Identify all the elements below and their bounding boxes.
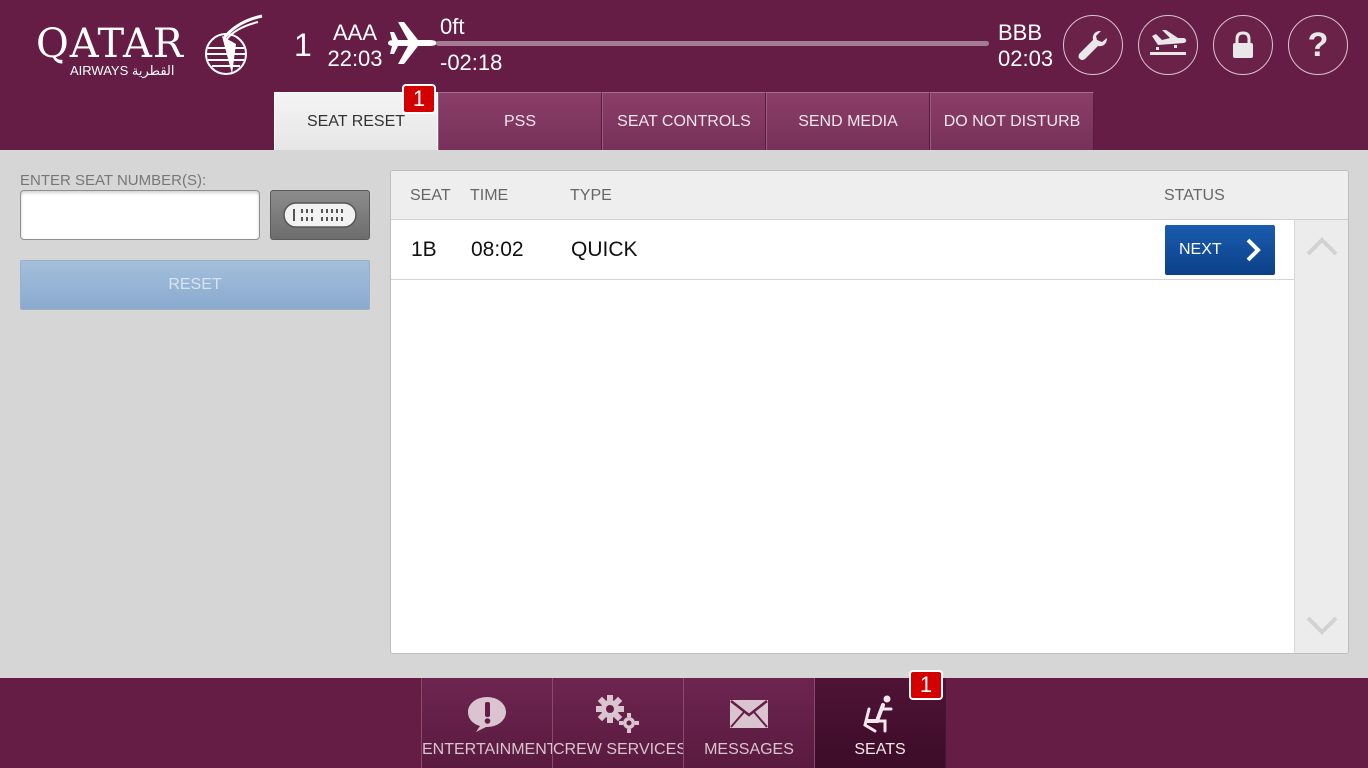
tab-seat-controls[interactable]: SEAT CONTROLS bbox=[602, 92, 766, 150]
wrench-icon bbox=[1078, 31, 1107, 61]
nav-icon-wrap bbox=[684, 692, 814, 736]
envelope-icon bbox=[730, 700, 768, 728]
destination-time: 02:03 bbox=[998, 46, 1054, 71]
scroll-up-icon[interactable] bbox=[1306, 236, 1338, 256]
oryx-icon bbox=[205, 14, 263, 75]
nav-entertainment[interactable]: ENTERTAINMENT bbox=[421, 678, 557, 768]
nav-crew-services[interactable]: CREW SERVICES bbox=[552, 678, 687, 768]
lock-button[interactable] bbox=[1213, 15, 1273, 75]
column-header-status: STATUS bbox=[1164, 187, 1225, 204]
flight-progress-track bbox=[436, 41, 989, 46]
chevron-right-icon bbox=[1246, 238, 1261, 262]
notification-badge: 1 bbox=[402, 84, 436, 114]
next-label: NEXT bbox=[1179, 241, 1222, 258]
logo-wordmark: QATAR bbox=[36, 21, 184, 67]
flight-number: 1 bbox=[294, 27, 312, 63]
header-bar: QATAR AIRWAYS القطرية 1 AAA 22:03 0ft -0… bbox=[0, 0, 1368, 150]
column-header-seat: SEAT bbox=[410, 187, 451, 204]
origin-code: AAA bbox=[332, 20, 378, 45]
help-button[interactable]: ? bbox=[1288, 15, 1348, 75]
time-remaining: -02:18 bbox=[440, 50, 503, 75]
nav-icon-wrap bbox=[422, 692, 552, 736]
seat-number-label: ENTER SEAT NUMBER(S): bbox=[20, 172, 207, 189]
airplane-icon bbox=[388, 22, 437, 64]
tab-pss[interactable]: PSS bbox=[438, 92, 602, 150]
nav-label: MESSAGES bbox=[704, 741, 794, 758]
table-row[interactable]: 1B 08:02 QUICK NEXT bbox=[391, 220, 1294, 280]
nav-icon-wrap bbox=[553, 692, 683, 736]
nav-label: CREW SERVICES bbox=[553, 741, 687, 758]
tab-label: SEND MEDIA bbox=[798, 112, 898, 130]
tab-do-not-disturb[interactable]: DO NOT DISTURB bbox=[930, 92, 1094, 150]
alert-bubble-icon bbox=[468, 697, 506, 732]
logo-subtitle: AIRWAYS القطرية bbox=[70, 63, 175, 78]
nav-label: SEATS bbox=[854, 741, 906, 758]
maintenance-button[interactable] bbox=[1063, 15, 1123, 75]
next-button[interactable]: NEXT bbox=[1165, 225, 1275, 275]
table-header: SEAT TIME TYPE STATUS bbox=[391, 171, 1348, 220]
tab-label: SEAT CONTROLS bbox=[617, 112, 751, 130]
bottom-nav-bar: ENTERTAINMENT CREW SERVICES MESSAGES SEA… bbox=[0, 670, 1368, 768]
reset-label: RESET bbox=[168, 276, 222, 293]
table-scrollbar[interactable] bbox=[1294, 220, 1348, 653]
time-cell: 08:02 bbox=[471, 238, 524, 261]
origin-info: AAA 22:03 bbox=[327, 20, 383, 72]
tab-label: PSS bbox=[503, 112, 536, 130]
qatar-airways-logo: QATAR AIRWAYS القطرية bbox=[34, 14, 274, 84]
column-header-type: TYPE bbox=[570, 187, 612, 204]
notification-badge: 1 bbox=[909, 670, 943, 700]
landing-button[interactable] bbox=[1138, 15, 1198, 75]
gears-icon bbox=[596, 695, 639, 733]
seat-reset-table: SEAT TIME TYPE STATUS 1B 08:02 QUICK NEX… bbox=[390, 170, 1349, 654]
scroll-down-icon[interactable] bbox=[1306, 616, 1338, 636]
tab-label: SEAT RESET bbox=[306, 112, 406, 130]
altitude-readout: 0ft bbox=[440, 14, 465, 39]
origin-time: 22:03 bbox=[327, 46, 383, 71]
tab-send-media[interactable]: SEND MEDIA bbox=[766, 92, 930, 150]
tab-label: DO NOT DISTURB bbox=[943, 112, 1081, 130]
seat-map-button[interactable] bbox=[270, 190, 370, 240]
landing-icon bbox=[1150, 30, 1187, 55]
seat-map-icon bbox=[283, 202, 357, 228]
seat-number-input[interactable] bbox=[20, 190, 260, 240]
help-icon: ? bbox=[1307, 26, 1329, 64]
type-cell: QUICK bbox=[571, 238, 638, 261]
seat-icon bbox=[863, 695, 893, 733]
destination-info: BBB 02:03 bbox=[998, 20, 1054, 72]
destination-code: BBB bbox=[998, 20, 1043, 45]
nav-label: ENTERTAINMENT bbox=[422, 741, 557, 758]
lock-icon bbox=[1233, 31, 1253, 58]
reset-button[interactable]: RESET bbox=[20, 260, 370, 310]
seat-cell: 1B bbox=[411, 238, 437, 261]
nav-messages[interactable]: MESSAGES bbox=[683, 678, 815, 768]
column-header-time: TIME bbox=[470, 187, 509, 204]
